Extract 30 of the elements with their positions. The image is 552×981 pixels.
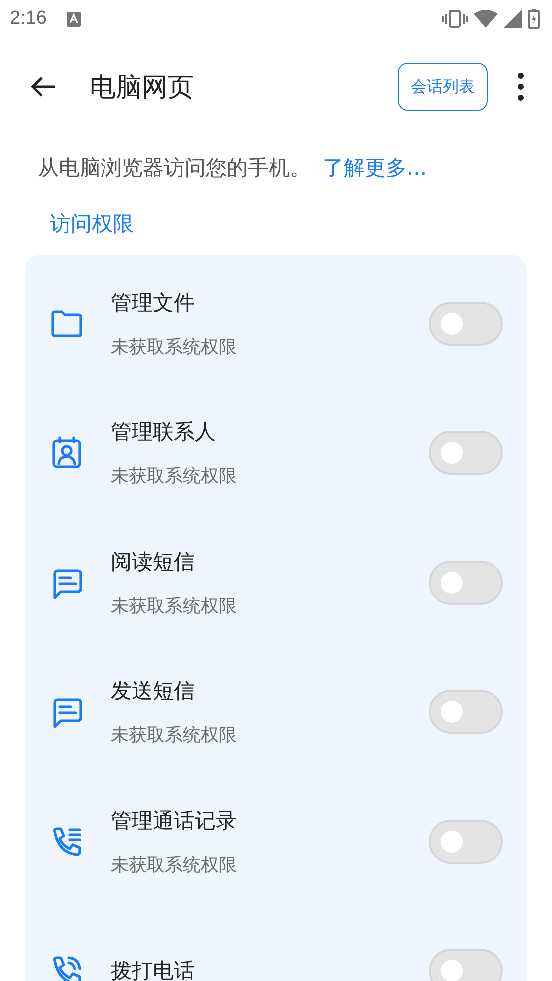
permission-title: 阅读短信 [111, 548, 196, 576]
section-title: 访问权限 [49, 211, 135, 238]
permission-status: 未获取系统权限 [111, 594, 238, 618]
wifi-icon [474, 10, 498, 28]
page-title: 电脑网页 [90, 72, 195, 104]
permission-status: 未获取系统权限 [111, 465, 238, 488]
session-list-button[interactable]: 会话列表 [398, 63, 488, 111]
back-arrow-icon[interactable] [30, 76, 56, 98]
signal-icon [504, 10, 522, 28]
permission-status: 未获取系统权限 [111, 724, 238, 748]
permission-title: 管理通话记录 [111, 808, 238, 835]
permission-status: 未获取系统权限 [111, 336, 238, 359]
toggle-switch[interactable] [429, 820, 503, 864]
toggle-switch[interactable] [429, 431, 503, 476]
permission-title: 拨打电话 [111, 958, 196, 981]
description-text: 从电脑浏览器访问您的手机。 [38, 155, 311, 182]
toggle-switch[interactable] [429, 302, 503, 346]
toggle-switch[interactable] [429, 560, 503, 605]
clock: 2:16 [10, 8, 47, 30]
permission-title: 管理联系人 [111, 419, 217, 446]
toggle-switch[interactable] [429, 949, 503, 981]
permission-title: 发送短信 [111, 678, 196, 706]
toggle-switch[interactable] [429, 690, 503, 734]
permission-title: 管理文件 [111, 290, 196, 317]
keyboard-notification-icon [66, 12, 81, 26]
permission-status: 未获取系统权限 [111, 854, 238, 877]
battery-icon [528, 9, 540, 29]
vibrate-icon [442, 10, 468, 28]
learn-more-link[interactable]: 了解更多... [323, 154, 428, 182]
more-options-icon[interactable] [518, 73, 524, 101]
